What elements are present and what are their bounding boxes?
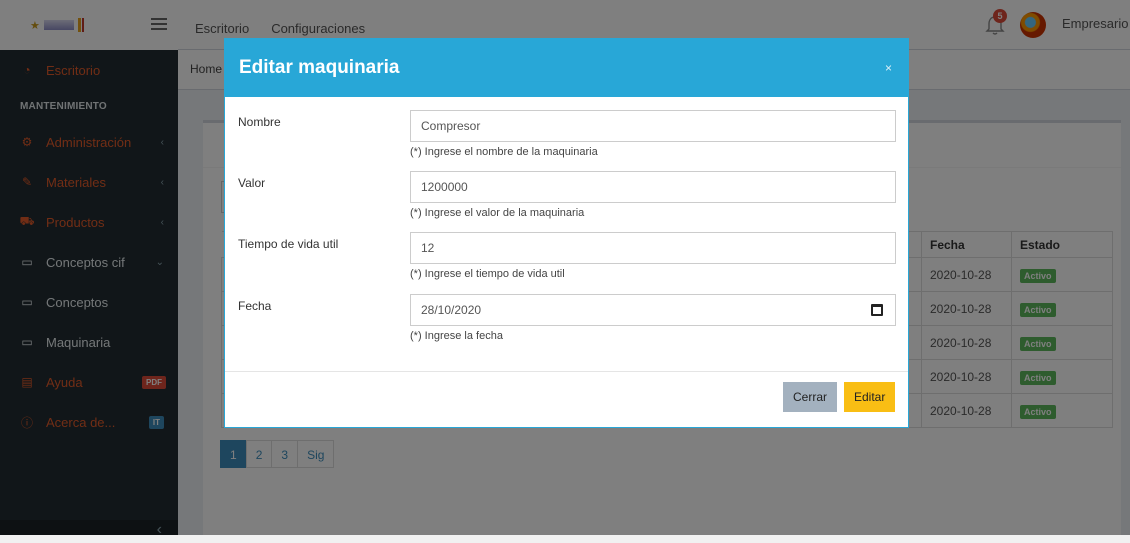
- modal-title: Editar maquinaria: [239, 57, 400, 78]
- modal-body: Nombre Compresor (*) Ingrese el nombre d…: [225, 97, 908, 372]
- vida-util-help: (*) Ingrese el tiempo de vida util: [410, 268, 565, 280]
- close-icon[interactable]: ×: [885, 61, 892, 75]
- calendar-icon[interactable]: [871, 304, 883, 316]
- fecha-value: 28/10/2020: [421, 303, 482, 317]
- modal-footer: Cerrar Editar: [225, 372, 908, 428]
- edit-machinery-modal: Editar maquinaria × Nombre Compresor (*)…: [224, 38, 909, 428]
- fecha-field[interactable]: 28/10/2020: [410, 294, 896, 326]
- vida-util-label: Tiempo de vida util: [238, 237, 339, 251]
- fecha-help: (*) Ingrese la fecha: [410, 330, 503, 342]
- vida-util-field[interactable]: 12: [410, 232, 896, 264]
- fecha-label: Fecha: [238, 299, 272, 313]
- valor-field[interactable]: 1200000: [410, 171, 896, 203]
- cancel-button[interactable]: Cerrar: [783, 382, 838, 412]
- nombre-field[interactable]: Compresor: [410, 110, 896, 142]
- nombre-help: (*) Ingrese el nombre de la maquinaria: [410, 146, 598, 158]
- modal-header: Editar maquinaria ×: [225, 39, 908, 97]
- valor-label: Valor: [238, 176, 266, 190]
- valor-help: (*) Ingrese el valor de la maquinaria: [410, 207, 585, 219]
- edit-button[interactable]: Editar: [844, 382, 896, 412]
- horizontal-scrollbar[interactable]: [0, 535, 1130, 543]
- nombre-label: Nombre: [238, 115, 281, 129]
